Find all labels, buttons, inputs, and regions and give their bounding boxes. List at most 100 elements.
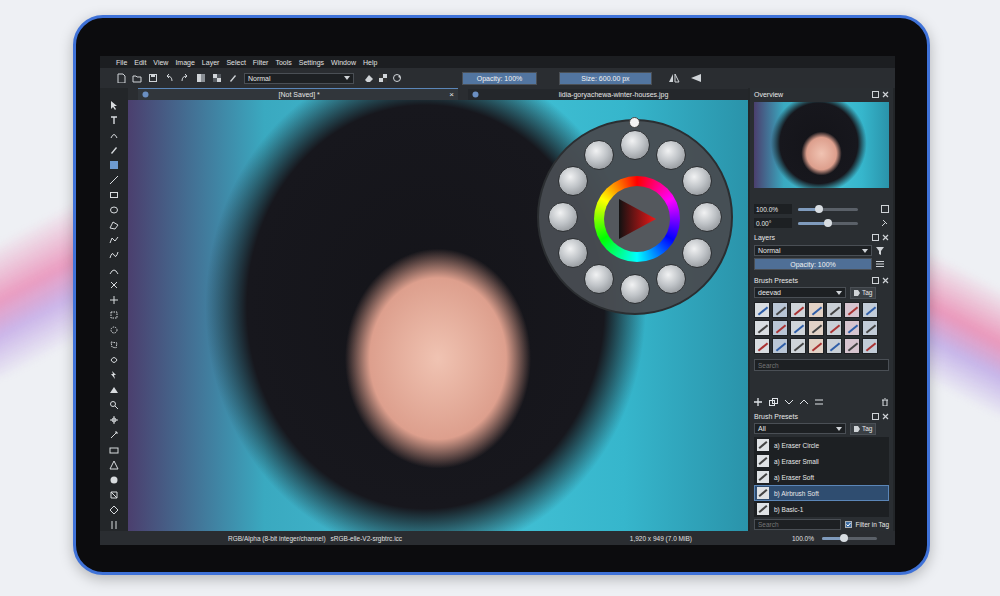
fit-view-icon[interactable] bbox=[881, 205, 889, 213]
size-slider[interactable]: Size: 600.00 px bbox=[559, 72, 652, 85]
brush-preset-slot-icon[interactable] bbox=[558, 166, 588, 196]
tool-icon[interactable] bbox=[109, 145, 119, 155]
brush-search-field[interactable] bbox=[754, 359, 889, 371]
tool-icon[interactable] bbox=[109, 415, 119, 425]
menu-item[interactable]: Window bbox=[331, 59, 356, 66]
color-wheel[interactable] bbox=[594, 176, 680, 262]
brush-preset-slot-icon[interactable] bbox=[558, 238, 588, 268]
filter-in-tag-checkbox[interactable] bbox=[845, 521, 852, 528]
move-down-icon[interactable] bbox=[785, 398, 793, 406]
tool-icon[interactable] bbox=[109, 160, 119, 170]
eraser-mode-icon[interactable] bbox=[364, 73, 374, 83]
tool-icon[interactable] bbox=[109, 400, 119, 410]
status-zoom-slider[interactable] bbox=[822, 537, 877, 540]
tool-icon[interactable] bbox=[109, 355, 119, 365]
tool-icon[interactable] bbox=[109, 385, 119, 395]
tab-close-button[interactable]: × bbox=[449, 90, 454, 99]
brush-preset-slot-icon[interactable] bbox=[692, 202, 722, 232]
layer-blend-dropdown[interactable]: Normal bbox=[754, 245, 872, 256]
brush-preset-icon[interactable] bbox=[844, 302, 860, 318]
tool-icon[interactable] bbox=[109, 325, 119, 335]
tool-icon[interactable] bbox=[109, 520, 119, 530]
pattern-icon[interactable] bbox=[212, 73, 222, 83]
brush-preset-icon[interactable] bbox=[862, 302, 878, 318]
menu-item[interactable]: Edit bbox=[134, 59, 146, 66]
tool-icon[interactable] bbox=[109, 250, 119, 260]
tool-icon[interactable] bbox=[109, 310, 119, 320]
brush-preset-icon[interactable] bbox=[790, 320, 806, 336]
close-docker-icon[interactable] bbox=[882, 277, 889, 284]
brush-preset-row[interactable]: b) Basic-1 bbox=[754, 501, 889, 517]
float-docker-icon[interactable] bbox=[872, 234, 879, 241]
tool-icon[interactable] bbox=[109, 190, 119, 200]
brush-preset-icon[interactable] bbox=[808, 320, 824, 336]
palette-handle[interactable] bbox=[629, 117, 640, 128]
redo-icon[interactable] bbox=[180, 73, 190, 83]
rotation-slider[interactable] bbox=[798, 222, 858, 225]
document-tab[interactable]: [Not Saved] *× bbox=[138, 88, 458, 100]
brush-search-field[interactable] bbox=[754, 519, 841, 530]
tag-button[interactable]: Tag bbox=[850, 423, 876, 435]
brush-preset-slot-icon[interactable] bbox=[584, 264, 614, 294]
brush-preset-icon[interactable] bbox=[844, 338, 860, 354]
tool-icon[interactable] bbox=[109, 340, 119, 350]
menu-item[interactable]: View bbox=[153, 59, 168, 66]
menu-item[interactable]: Tools bbox=[275, 59, 291, 66]
tool-icon[interactable] bbox=[109, 100, 119, 110]
brush-preset-icon[interactable] bbox=[862, 320, 878, 336]
tool-icon[interactable] bbox=[109, 205, 119, 215]
menu-item[interactable]: Settings bbox=[299, 59, 324, 66]
canvas[interactable] bbox=[128, 100, 748, 531]
zoom-slider-handle[interactable] bbox=[815, 205, 823, 213]
brush-preset-icon[interactable] bbox=[754, 302, 770, 318]
tool-icon[interactable] bbox=[109, 220, 119, 230]
move-up-icon[interactable] bbox=[800, 398, 808, 406]
brush-preset-slot-icon[interactable] bbox=[548, 202, 578, 232]
tool-icon[interactable] bbox=[109, 130, 119, 140]
overview-thumbnail[interactable] bbox=[754, 102, 889, 188]
brush-preset-icon[interactable] bbox=[772, 302, 788, 318]
brush-preset-icon[interactable] bbox=[772, 320, 788, 336]
menu-item[interactable]: Image bbox=[175, 59, 194, 66]
tool-icon[interactable] bbox=[109, 175, 119, 185]
opacity-slider[interactable]: Opacity: 100% bbox=[462, 72, 537, 85]
brush-preset-row[interactable]: a) Eraser Circle bbox=[754, 437, 889, 453]
duplicate-icon[interactable] bbox=[769, 398, 778, 406]
close-docker-icon[interactable] bbox=[882, 234, 889, 241]
brush-preset-slot-icon[interactable] bbox=[682, 166, 712, 196]
reload-preset-icon[interactable] bbox=[392, 73, 402, 83]
float-docker-icon[interactable] bbox=[872, 277, 879, 284]
open-folder-icon[interactable] bbox=[132, 73, 142, 83]
float-docker-icon[interactable] bbox=[872, 91, 879, 98]
close-docker-icon[interactable] bbox=[882, 91, 889, 98]
float-docker-icon[interactable] bbox=[872, 413, 879, 420]
brush-preset-icon[interactable] bbox=[790, 302, 806, 318]
tag-button[interactable]: Tag bbox=[850, 287, 876, 299]
new-document-icon[interactable] bbox=[116, 73, 126, 83]
brush-preset-icon[interactable] bbox=[808, 302, 824, 318]
menu-item[interactable]: Layer bbox=[202, 59, 220, 66]
brush-editor-icon[interactable] bbox=[228, 73, 238, 83]
close-docker-icon[interactable] bbox=[882, 413, 889, 420]
brush-preset-icon[interactable] bbox=[862, 338, 878, 354]
alpha-lock-icon[interactable] bbox=[378, 73, 388, 83]
rotation-slider-handle[interactable] bbox=[824, 219, 832, 227]
brush-preset-row[interactable]: a) Eraser Small bbox=[754, 453, 889, 469]
brush-preset-slot-icon[interactable] bbox=[656, 264, 686, 294]
tool-icon[interactable] bbox=[109, 115, 119, 125]
undo-icon[interactable] bbox=[164, 73, 174, 83]
brush-preset-slot-icon[interactable] bbox=[682, 238, 712, 268]
tool-icon[interactable] bbox=[109, 370, 119, 380]
zoom-slider[interactable] bbox=[798, 208, 858, 211]
brush-preset-icon[interactable] bbox=[808, 338, 824, 354]
filter-icon[interactable] bbox=[876, 247, 884, 255]
status-zoom-slider-handle[interactable] bbox=[840, 534, 848, 542]
tool-icon[interactable] bbox=[109, 445, 119, 455]
brush-preset-icon[interactable] bbox=[790, 338, 806, 354]
tool-icon[interactable] bbox=[109, 430, 119, 440]
brush-preset-icon[interactable] bbox=[754, 320, 770, 336]
mirror-vertical-icon[interactable] bbox=[690, 73, 702, 83]
tool-icon[interactable] bbox=[109, 505, 119, 515]
brush-preset-icon[interactable] bbox=[772, 338, 788, 354]
tool-icon[interactable] bbox=[109, 460, 119, 470]
